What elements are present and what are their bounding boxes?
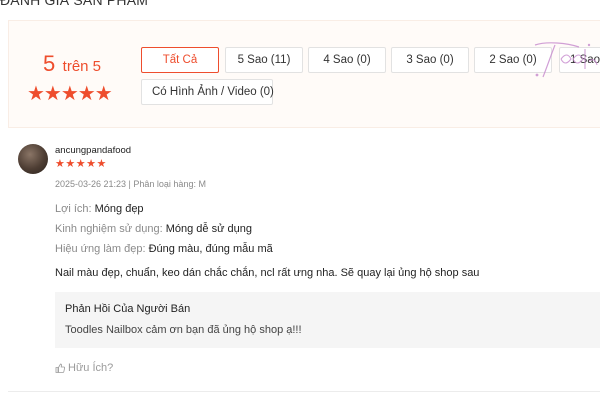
filter-4-star-button[interactable]: 4 Sao (0) — [308, 47, 386, 73]
filter-with-media-button[interactable]: Có Hình Ảnh / Video (0) — [141, 79, 274, 105]
rating-score-suffix: trên 5 — [62, 58, 102, 75]
review-stars: ★★★★★ — [55, 158, 107, 170]
rating-score-value: 5 — [42, 51, 56, 76]
attribute-value: Đúng màu, đúng mẫu mã — [148, 243, 273, 255]
filter-5-star-button[interactable]: 5 Sao (11) — [225, 47, 303, 73]
rating-score: 5 trên 5 — [27, 51, 117, 77]
filter-all-button[interactable]: Tất Cả — [141, 47, 219, 73]
review-body: Nail màu đẹp, chuẩn, keo dán chắc chắn, … — [55, 267, 480, 279]
seller-reply: Phản Hồi Của Người Bán Toodles Nailbox c… — [55, 292, 600, 348]
rating-overview-panel: 5 trên 5 ★★★★★ Tất Cả 5 Sao (11) 4 Sao (… — [8, 20, 600, 128]
seller-reply-text: Toodles Nailbox cảm ơn bạn đã ủng hộ sho… — [65, 324, 302, 336]
seller-reply-title: Phản Hồi Của Người Bán — [65, 303, 191, 315]
divider — [8, 391, 600, 392]
brand-logo-watermark — [527, 39, 599, 83]
review-author[interactable]: ancungpandafood — [55, 145, 131, 156]
avatar[interactable] — [18, 144, 48, 174]
helpful-button[interactable]: Hữu Ích? — [55, 362, 113, 374]
attribute-key: Kinh nghiệm sử dụng: — [55, 223, 163, 235]
helpful-label: Hữu Ích? — [68, 362, 114, 374]
rating-stars: ★★★★★ — [27, 83, 113, 105]
attribute-key: Lợi ích: — [55, 203, 92, 215]
attribute-value: Móng đẹp — [94, 203, 144, 215]
review-attribute-experience: Kinh nghiệm sử dụng: Móng dễ sử dụng — [55, 223, 252, 235]
brand-logo-icon — [534, 42, 598, 78]
review-attribute-effect: Hiệu ứng làm đẹp: Đúng màu, đúng mẫu mã — [55, 243, 273, 255]
review-meta: 2025-03-26 21:23 | Phân loại hàng: M — [55, 179, 206, 189]
filter-3-star-button[interactable]: 3 Sao (0) — [391, 47, 469, 73]
review-attribute-benefit: Lợi ích: Móng đẹp — [55, 203, 144, 215]
thumbs-up-icon — [55, 363, 66, 373]
attribute-key: Hiệu ứng làm đẹp: — [55, 243, 146, 255]
attribute-value: Móng dễ sử dụng — [165, 223, 252, 235]
section-title: ĐÁNH GIÁ SẢN PHẨM — [0, 0, 149, 8]
